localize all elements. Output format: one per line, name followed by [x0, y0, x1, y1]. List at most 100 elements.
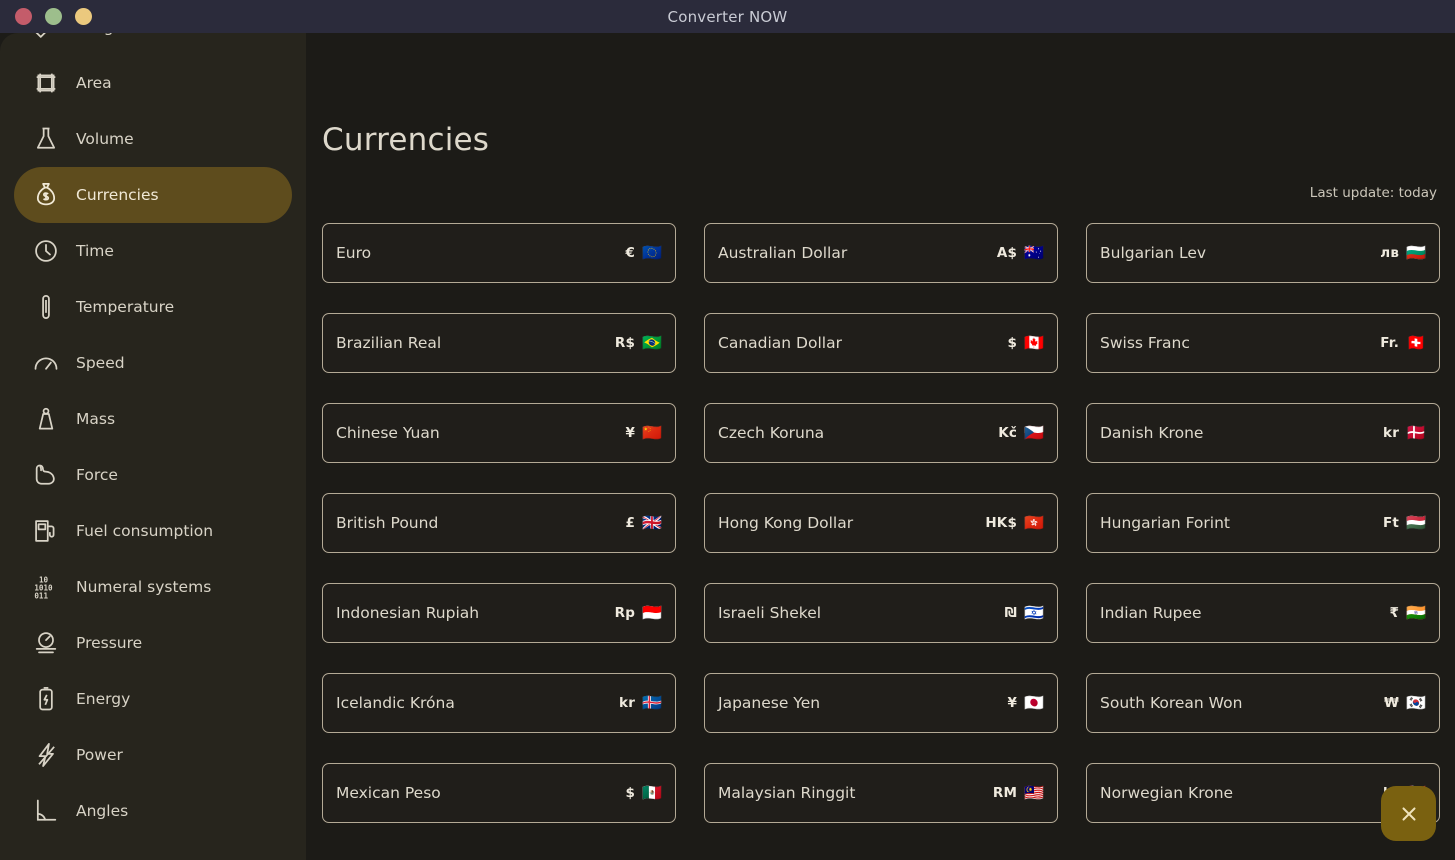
currency-card[interactable]: Brazilian Real R$ 🇧🇷 [322, 313, 676, 373]
currency-name: Bulgarian Lev [1100, 244, 1207, 262]
close-window-button[interactable] [15, 8, 32, 25]
currency-flag-icon: 🇮🇩 [642, 603, 662, 622]
currency-meta: HK$ 🇭🇰 [985, 513, 1044, 532]
currency-flag-icon: 🇰🇷 [1406, 693, 1426, 712]
currency-symbol: ₩ [1383, 695, 1400, 711]
currency-card[interactable]: Israeli Shekel ₪ 🇮🇱 [704, 583, 1058, 643]
money-bag-icon [32, 181, 60, 209]
currency-symbol: лв [1380, 245, 1400, 261]
currency-name: Icelandic Króna [336, 694, 455, 712]
currency-flag-icon: 🇮🇸 [642, 693, 662, 712]
currency-symbol: Fr. [1380, 335, 1400, 351]
currency-card[interactable]: Bulgarian Lev лв 🇧🇬 [1086, 223, 1440, 283]
currency-name: Canadian Dollar [718, 334, 842, 352]
currency-card[interactable]: Japanese Yen ¥ 🇯🇵 [704, 673, 1058, 733]
sidebar-item-volume[interactable]: Volume [14, 111, 292, 167]
currency-card[interactable]: Hungarian Forint Ft 🇭🇺 [1086, 493, 1440, 553]
currency-card[interactable]: Indian Rupee ₹ 🇮🇳 [1086, 583, 1440, 643]
currency-name: Australian Dollar [718, 244, 848, 262]
sidebar: Length Area Volume Currencies Time Tempe [0, 33, 306, 860]
currency-symbol: R$ [614, 335, 636, 351]
close-fab-button[interactable] [1381, 786, 1436, 841]
currency-card[interactable]: Mexican Peso $ 🇲🇽 [322, 763, 676, 823]
sidebar-item-label: Time [76, 242, 114, 260]
currency-card[interactable]: South Korean Won ₩ 🇰🇷 [1086, 673, 1440, 733]
currency-card[interactable]: Chinese Yuan ¥ 🇨🇳 [322, 403, 676, 463]
currency-flag-icon: 🇯🇵 [1024, 693, 1044, 712]
currency-name: Japanese Yen [718, 694, 821, 712]
currency-name: Hong Kong Dollar [718, 514, 854, 532]
currency-name: Indonesian Rupiah [336, 604, 480, 622]
minimize-window-button[interactable] [45, 8, 62, 25]
currency-card[interactable]: Canadian Dollar $ 🇨🇦 [704, 313, 1058, 373]
bicep-icon [32, 461, 60, 489]
lightning-bolt-icon [32, 741, 60, 769]
sidebar-item-numeral-systems[interactable]: 10 1010 011 Numeral systems [14, 559, 292, 615]
currency-meta: лв 🇧🇬 [1380, 245, 1426, 262]
sidebar-item-energy[interactable]: Energy [14, 671, 292, 727]
currency-meta: ₪ 🇮🇱 [1004, 605, 1044, 622]
sidebar-item-power[interactable]: Power [14, 727, 292, 783]
currency-card[interactable]: Czech Koruna Kč 🇨🇿 [704, 403, 1058, 463]
page-title: Currencies [322, 122, 490, 158]
currency-name: Brazilian Real [336, 334, 442, 352]
sidebar-item-label: Volume [76, 130, 134, 148]
currency-card[interactable]: Indonesian Rupiah Rp 🇮🇩 [322, 583, 676, 643]
currency-card[interactable]: Danish Krone kr 🇩🇰 [1086, 403, 1440, 463]
sidebar-scroll-area[interactable]: Length Area Volume Currencies Time Tempe [0, 33, 306, 859]
currency-card[interactable]: British Pound £ 🇬🇧 [322, 493, 676, 553]
currency-card[interactable]: Euro € 🇪🇺 [322, 223, 676, 283]
sidebar-item-label: Currencies [76, 186, 159, 204]
currency-symbol: $ [625, 785, 636, 801]
currency-flag-icon: 🇨🇭 [1406, 333, 1426, 352]
sidebar-item-label: Numeral systems [76, 578, 212, 596]
currency-meta: ¥ 🇨🇳 [625, 423, 662, 442]
sidebar-item-force[interactable]: Force [14, 447, 292, 503]
content-scrollbar[interactable] [1449, 33, 1455, 860]
svg-text:011: 011 [34, 592, 48, 601]
sidebar-item-area[interactable]: Area [14, 55, 292, 111]
sidebar-item-speed[interactable]: Speed [14, 335, 292, 391]
currency-flag-icon: 🇨🇳 [642, 423, 662, 442]
sidebar-item-length[interactable]: Length [14, 33, 292, 55]
currency-card[interactable]: Malaysian Ringgit RM 🇲🇾 [704, 763, 1058, 823]
currency-symbol: Ft [1383, 515, 1400, 531]
maximize-window-button[interactable] [75, 8, 92, 25]
currency-name: South Korean Won [1100, 694, 1243, 712]
pressure-gauge-icon [32, 629, 60, 657]
currency-name: British Pound [336, 514, 439, 532]
currency-card[interactable]: Icelandic Króna kr 🇮🇸 [322, 673, 676, 733]
currency-flag-icon: 🇨🇦 [1024, 333, 1044, 352]
currency-card[interactable]: Swiss Franc Fr. 🇨🇭 [1086, 313, 1440, 373]
currency-meta: £ 🇬🇧 [625, 515, 662, 532]
currency-flag-icon: 🇨🇿 [1024, 423, 1044, 442]
currency-name: Israeli Shekel [718, 604, 822, 622]
sidebar-item-time[interactable]: Time [14, 223, 292, 279]
currency-symbol: ¥ [625, 425, 636, 441]
area-frame-icon [32, 69, 60, 97]
currency-meta: ¥ 🇯🇵 [1007, 693, 1044, 712]
sidebar-item-fuel-consumption[interactable]: Fuel consumption [14, 503, 292, 559]
currency-card[interactable]: Hong Kong Dollar HK$ 🇭🇰 [704, 493, 1058, 553]
sidebar-item-label: Length [76, 33, 129, 36]
currency-symbol: € [625, 245, 636, 261]
currency-symbol: Rp [614, 605, 636, 621]
currency-symbol: £ [625, 515, 636, 531]
app-window: Converter NOW Length Area Volume Currenc… [0, 0, 1455, 860]
currency-meta: kr 🇮🇸 [619, 693, 662, 712]
currency-symbol: ₪ [1004, 605, 1018, 621]
sidebar-item-temperature[interactable]: Temperature [14, 279, 292, 335]
sidebar-item-mass[interactable]: Mass [14, 391, 292, 447]
sidebar-item-pressure[interactable]: Pressure [14, 615, 292, 671]
sidebar-item-label: Energy [76, 690, 131, 708]
sidebar-item-currencies[interactable]: Currencies [14, 167, 292, 223]
currency-card[interactable]: Australian Dollar A$ 🇦🇺 [704, 223, 1058, 283]
currency-meta: ₩ 🇰🇷 [1383, 693, 1426, 712]
currency-symbol: Kč [998, 425, 1018, 441]
sidebar-item-angles[interactable]: Angles [14, 783, 292, 839]
currency-name: Mexican Peso [336, 784, 441, 802]
currency-flag-icon: 🇩🇰 [1406, 423, 1426, 442]
currency-flag-icon: 🇧🇷 [642, 333, 662, 352]
ruler-icon [32, 33, 60, 41]
currency-flag-icon: 🇭🇰 [1024, 513, 1044, 532]
